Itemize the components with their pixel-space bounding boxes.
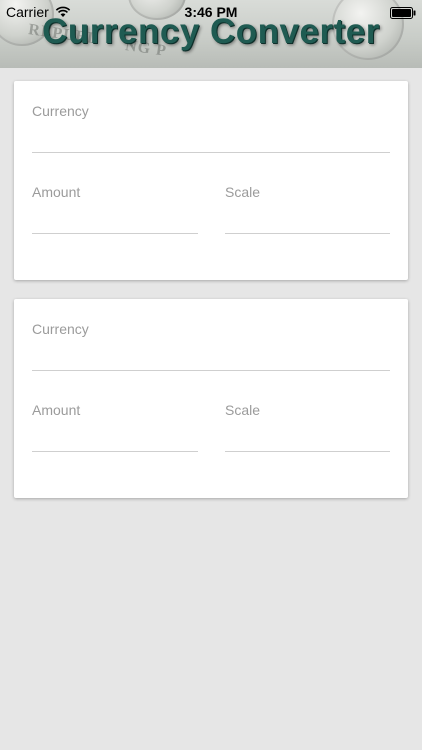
scale-label: Scale [225, 184, 261, 200]
currency-input[interactable] [32, 125, 390, 153]
converter-card: Currency Amount Scale [14, 81, 408, 280]
scale-field: Scale [225, 184, 390, 240]
amount-field: Amount [32, 402, 198, 458]
status-bar: Carrier 3:46 PM [0, 0, 422, 24]
amount-input[interactable] [32, 424, 198, 452]
battery-icon [390, 6, 416, 19]
amount-input[interactable] [32, 206, 198, 234]
currency-label: Currency [32, 103, 89, 119]
currency-label: Currency [32, 321, 89, 337]
scale-field: Scale [225, 402, 390, 458]
currency-field: Currency [32, 103, 390, 159]
amount-label: Amount [32, 402, 81, 418]
amount-label: Amount [32, 184, 81, 200]
status-time: 3:46 PM [184, 4, 238, 20]
scale-label: Scale [225, 402, 261, 418]
converter-card: Currency Amount Scale [14, 299, 408, 498]
currency-field: Currency [32, 321, 390, 377]
scale-input[interactable] [225, 424, 390, 452]
scale-input[interactable] [225, 206, 390, 234]
header-banner: REPUBL NG P Carrier 3:46 PM Currency Con… [0, 0, 422, 68]
currency-input[interactable] [32, 343, 390, 371]
amount-field: Amount [32, 184, 198, 240]
